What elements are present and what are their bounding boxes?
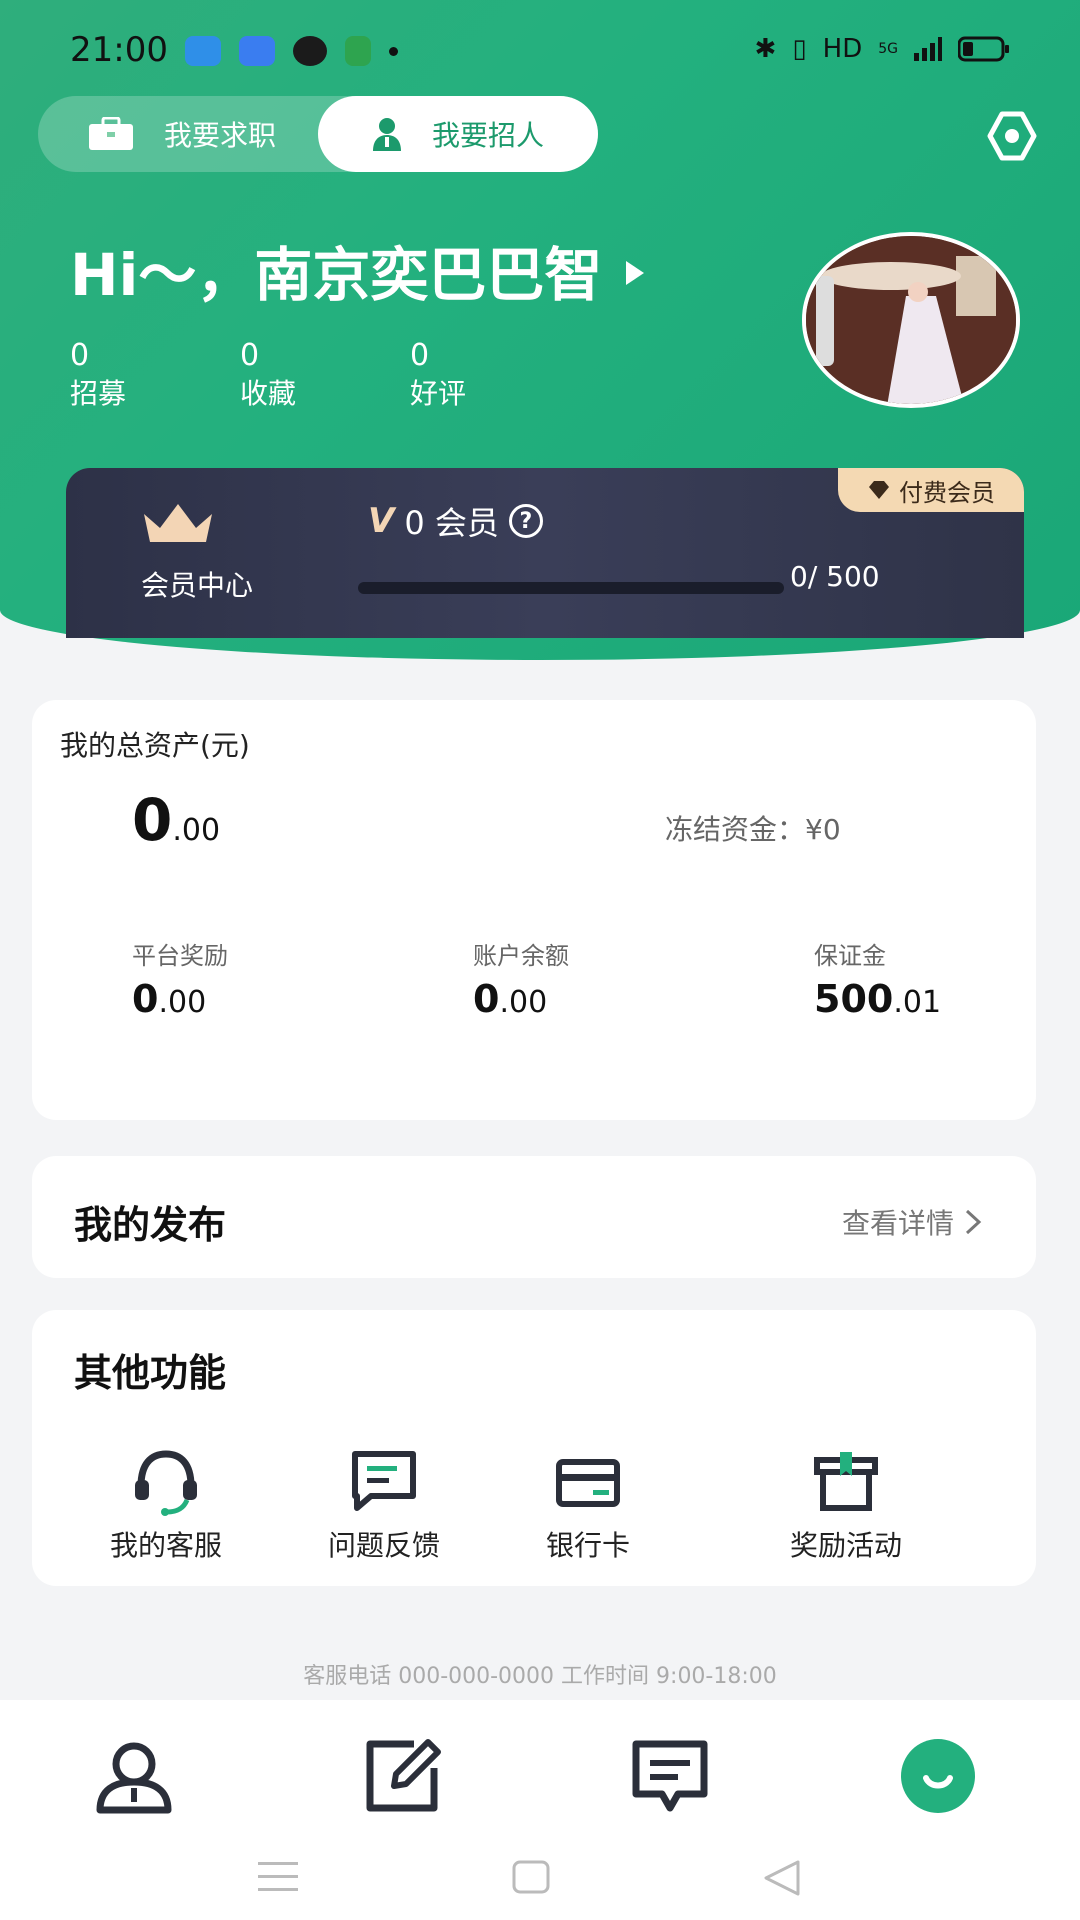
vip-card[interactable]: 会员中心 V 0 会员 ? 0/ 500 付费会员 xyxy=(66,468,1024,638)
feedback-item[interactable]: 问题反馈 xyxy=(284,1446,484,1564)
greeting[interactable]: Hi～，南京奕巴巴智 xyxy=(70,228,645,312)
recruiter-tab[interactable]: 我要招人 xyxy=(318,96,598,172)
job-seeker-tab[interactable]: 我要求职 xyxy=(88,96,276,172)
vip-level-text: 0 会员 xyxy=(404,504,499,542)
paid-member-badge[interactable]: 付费会员 xyxy=(838,468,1024,512)
stat-label: 好评 xyxy=(410,377,467,410)
vip-v-icon: V xyxy=(368,501,395,541)
network-type: HD xyxy=(822,34,863,64)
recruiter-label: 我要招人 xyxy=(431,119,544,152)
stat-label: 招募 xyxy=(70,377,127,410)
status-indicators: ✱ ▯ HD 5G xyxy=(755,34,1010,64)
sub-value: 0.00 xyxy=(132,977,228,1021)
bank-card-item[interactable]: 银行卡 xyxy=(488,1446,688,1564)
total-int: 0 xyxy=(132,786,173,854)
stat-value: 0 xyxy=(240,338,260,373)
back-icon[interactable] xyxy=(762,1860,802,1896)
reward-activity-item[interactable]: 奖励活动 xyxy=(736,1446,956,1564)
bluetooth-icon: ✱ xyxy=(754,34,777,64)
sub-dec: .01 xyxy=(893,985,942,1020)
sub-label: 账户余额 xyxy=(473,942,569,970)
vip-level: V 0 会员 ? xyxy=(368,498,543,544)
app-icon xyxy=(239,36,275,66)
view-details-label: 查看详情 xyxy=(841,1207,954,1240)
mode-switch: 我要求职 我要招人 xyxy=(38,96,598,172)
avatar-image xyxy=(806,236,1016,404)
deposit[interactable]: 保证金 500.01 xyxy=(814,936,941,1021)
bank-card-icon xyxy=(556,1459,620,1507)
vip-progress-bar xyxy=(358,582,784,594)
sub-value: 500.01 xyxy=(814,977,941,1021)
view-details-link[interactable]: 查看详情 xyxy=(842,1202,982,1242)
stat-favorites[interactable]: 0 收藏 xyxy=(240,338,410,414)
my-publish-title: 我的发布 xyxy=(74,1203,227,1247)
sub-int: 0 xyxy=(473,977,500,1021)
greeting-text: Hi～，南京奕巴巴智 xyxy=(70,241,603,309)
status-bar: 21:00 ✱ ▯ HD 5G xyxy=(0,0,1080,100)
arrow-right-icon xyxy=(626,261,645,285)
bottom-nav xyxy=(0,1700,1080,1920)
menu-icon[interactable] xyxy=(258,1860,298,1894)
signal-icon xyxy=(914,37,942,61)
sub-dec: .00 xyxy=(499,985,548,1020)
func-label: 我的客服 xyxy=(109,1529,222,1562)
stat-value: 0 xyxy=(70,338,90,373)
func-label: 奖励活动 xyxy=(789,1529,902,1562)
frozen-funds: 冻结资金：¥0 xyxy=(665,813,841,846)
wechat-icon xyxy=(293,36,327,66)
sub-value: 0.00 xyxy=(473,977,569,1021)
avatar[interactable] xyxy=(802,232,1020,408)
status-time: 21:00 xyxy=(70,30,168,70)
stat-value: 0 xyxy=(410,338,430,373)
stat-recruit[interactable]: 0 招募 xyxy=(70,338,240,414)
func-label: 银行卡 xyxy=(545,1529,630,1562)
assets-card: 我的总资产(元) 0.00 冻结资金：¥0 平台奖励 0.00 账户余额 0.0… xyxy=(32,700,1036,1120)
headset-icon xyxy=(135,1450,197,1516)
func-label: 问题反馈 xyxy=(327,1529,440,1562)
platform-reward[interactable]: 平台奖励 0.00 xyxy=(132,936,228,1021)
sub-dec: .00 xyxy=(158,985,207,1020)
app-icon xyxy=(185,36,221,66)
sub-label: 平台奖励 xyxy=(132,942,228,970)
edit-icon[interactable] xyxy=(362,1736,442,1816)
job-seeker-label: 我要求职 xyxy=(164,119,277,152)
stats-row: 0 招募 0 收藏 0 好评 xyxy=(70,338,580,414)
battery-icon xyxy=(958,36,1009,62)
app-icon xyxy=(345,36,371,66)
vip-progress-text: 0/ 500 xyxy=(790,560,880,593)
total-assets: 0.00 xyxy=(132,786,220,854)
briefcase-icon xyxy=(89,117,133,150)
signal-label: 5G xyxy=(878,41,898,57)
stat-label: 收藏 xyxy=(240,377,297,410)
other-functions-card: 其他功能 我的客服 问题反馈 银行卡 奖励活动 xyxy=(32,1310,1036,1586)
home-icon[interactable] xyxy=(512,1860,550,1894)
stat-reviews[interactable]: 0 好评 xyxy=(410,338,580,414)
crown-icon xyxy=(144,504,212,542)
assets-title: 我的总资产(元) xyxy=(60,729,250,762)
dot-icon xyxy=(389,46,398,56)
paid-member-label: 付费会员 xyxy=(899,478,995,507)
gift-icon xyxy=(814,1452,878,1511)
vip-center-label: 会员中心 xyxy=(141,569,254,602)
help-icon[interactable]: ? xyxy=(508,504,543,538)
recruiter-icon xyxy=(372,118,401,151)
other-functions-title: 其他功能 xyxy=(74,1351,227,1395)
sub-label: 保证金 xyxy=(814,942,886,970)
person-icon[interactable] xyxy=(94,1736,174,1816)
status-app-icons xyxy=(185,36,398,66)
total-dec: .00 xyxy=(172,813,221,848)
eye-icon[interactable] xyxy=(986,110,1038,162)
message-icon[interactable] xyxy=(630,1736,710,1816)
vibrate-icon: ▯ xyxy=(792,34,807,64)
sub-int: 500 xyxy=(814,977,894,1021)
account-balance[interactable]: 账户余额 0.00 xyxy=(473,936,569,1021)
diamond-icon xyxy=(869,481,889,499)
sub-int: 0 xyxy=(132,977,159,1021)
service-hotline: 客服电话 000-000-0000 工作时间 9:00-18:00 xyxy=(303,1664,777,1689)
my-publish-card[interactable]: 我的发布 查看详情 xyxy=(32,1156,1036,1278)
smile-icon[interactable] xyxy=(898,1736,978,1816)
chevron-right-icon xyxy=(965,1209,982,1235)
feedback-icon xyxy=(352,1451,416,1511)
customer-service-item[interactable]: 我的客服 xyxy=(66,1446,266,1564)
